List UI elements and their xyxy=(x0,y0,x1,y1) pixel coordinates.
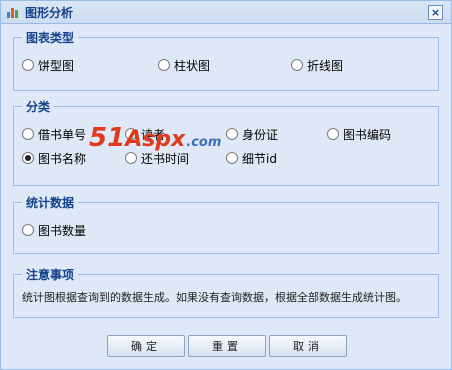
category-option-book-code[interactable]: 图书编码 xyxy=(327,126,391,142)
category-group: 分类 借书单号 读者 身份证 图书编码 图书名称 还书时间 细节id xyxy=(13,98,439,186)
radio-borrow-no[interactable] xyxy=(22,128,34,140)
chart-type-legend: 图表类型 xyxy=(22,29,79,46)
option-label: 饼型图 xyxy=(38,58,75,73)
confirm-button[interactable]: 确定 xyxy=(107,335,185,357)
cancel-button[interactable]: 取消 xyxy=(269,335,347,357)
option-label: 柱状图 xyxy=(174,58,211,73)
chart-type-option-line[interactable]: 折线图 xyxy=(291,57,343,73)
radio-book-name[interactable] xyxy=(22,152,34,164)
category-option-detail-id[interactable]: 细节id xyxy=(226,150,277,166)
chart-type-option-pie[interactable]: 饼型图 xyxy=(22,57,74,73)
radio-bar[interactable] xyxy=(158,59,170,71)
statistics-group: 统计数据 图书数量 xyxy=(13,194,439,254)
option-label: 还书时间 xyxy=(141,151,190,166)
chart-analysis-dialog: 图形分析 × 图表类型 饼型图 柱状图 折线图 分类 借书单号 读者 身份证 图… xyxy=(0,0,452,370)
dialog-titlebar[interactable]: 图形分析 × xyxy=(1,1,451,24)
close-icon: × xyxy=(430,6,441,19)
option-label: 细节id xyxy=(242,151,277,166)
radio-line[interactable] xyxy=(291,59,303,71)
chart-type-option-bar[interactable]: 柱状图 xyxy=(158,57,210,73)
option-label: 读者 xyxy=(141,127,166,142)
radio-book-code[interactable] xyxy=(327,128,339,140)
bar-chart-icon xyxy=(7,8,18,18)
option-label: 图书数量 xyxy=(38,223,87,238)
category-option-id-card[interactable]: 身份证 xyxy=(226,126,278,142)
radio-id-card[interactable] xyxy=(226,128,238,140)
statistics-option-book-count[interactable]: 图书数量 xyxy=(22,222,86,238)
radio-book-count[interactable] xyxy=(22,224,34,236)
category-legend: 分类 xyxy=(22,98,55,115)
category-option-return-time[interactable]: 还书时间 xyxy=(125,150,189,166)
radio-reader[interactable] xyxy=(125,128,137,140)
radio-pie[interactable] xyxy=(22,59,34,71)
close-button[interactable]: × xyxy=(428,5,443,20)
radio-detail-id[interactable] xyxy=(226,152,238,164)
category-option-borrow-no[interactable]: 借书单号 xyxy=(22,126,86,142)
statistics-legend: 统计数据 xyxy=(22,194,79,211)
option-label: 折线图 xyxy=(307,58,344,73)
reset-button[interactable]: 重置 xyxy=(188,335,266,357)
option-label: 图书名称 xyxy=(38,151,87,166)
option-label: 图书编码 xyxy=(343,127,392,142)
dialog-title: 图形分析 xyxy=(25,6,74,20)
notes-text: 统计图根据查询到的数据生成。如果没有查询数据，根据全部数据生成统计图。 xyxy=(22,291,407,304)
radio-return-time[interactable] xyxy=(125,152,137,164)
option-label: 身份证 xyxy=(242,127,279,142)
notes-legend: 注意事项 xyxy=(22,266,79,283)
category-option-book-name[interactable]: 图书名称 xyxy=(22,150,86,166)
notes-group: 注意事项 统计图根据查询到的数据生成。如果没有查询数据，根据全部数据生成统计图。 xyxy=(13,266,439,318)
chart-type-group: 图表类型 饼型图 柱状图 折线图 xyxy=(13,29,439,91)
category-option-reader[interactable]: 读者 xyxy=(125,126,165,142)
option-label: 借书单号 xyxy=(38,127,87,142)
